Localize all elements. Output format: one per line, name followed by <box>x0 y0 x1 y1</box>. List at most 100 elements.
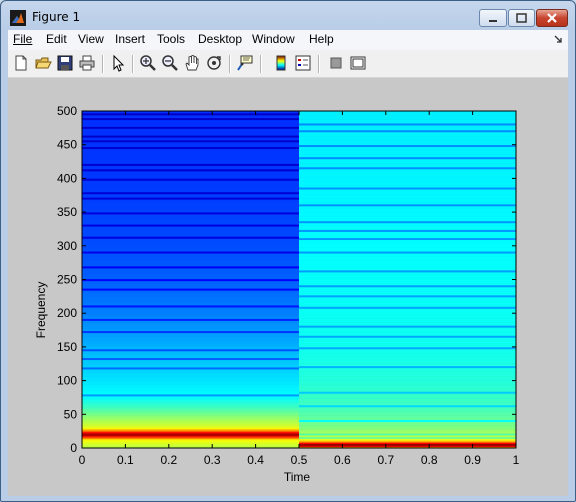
spectral-line <box>82 135 299 138</box>
spectral-line <box>82 169 299 172</box>
time-segment-0 <box>82 111 299 449</box>
spectral-line <box>299 366 516 369</box>
edit-plot-arrow-icon[interactable] <box>109 54 127 72</box>
window-client-area: File Edit View Insert Tools Desktop Wind… <box>8 30 568 496</box>
zoom-in-icon[interactable] <box>139 54 157 72</box>
spectral-line <box>82 358 299 361</box>
spectral-line <box>82 118 299 121</box>
minimize-icon <box>489 20 497 22</box>
toolbar-separator <box>102 55 104 73</box>
print-icon[interactable] <box>78 54 96 72</box>
spectral-line <box>82 224 299 227</box>
pan-hand-icon[interactable] <box>183 54 201 72</box>
maximize-icon <box>516 13 527 23</box>
spectral-line <box>82 349 299 352</box>
spectral-line <box>82 279 299 282</box>
close-icon <box>547 13 557 23</box>
plot-area <box>82 111 516 449</box>
spectral-line <box>299 130 516 133</box>
title-bar[interactable]: Figure 1 <box>1 1 575 31</box>
hide-plot-tools-icon[interactable] <box>327 54 345 72</box>
spectral-line <box>299 347 516 350</box>
menu-tools[interactable]: Tools <box>157 32 185 46</box>
menu-desktop[interactable]: Desktop <box>198 32 242 46</box>
menu-insert-label: Insert <box>115 32 146 46</box>
spectral-line <box>82 126 299 129</box>
y-tick-label: 500 <box>57 104 77 118</box>
menu-window[interactable]: Window <box>252 32 295 46</box>
spectral-line <box>82 266 299 269</box>
spectral-line <box>299 306 516 309</box>
menu-help[interactable]: Help <box>309 32 334 46</box>
zoom-out-icon[interactable] <box>161 54 179 72</box>
spectral-line <box>82 192 299 195</box>
spectral-line <box>82 318 299 321</box>
x-tick-label: 0.1 <box>117 453 134 467</box>
spectral-line <box>299 420 516 423</box>
time-segment-1 <box>299 111 516 449</box>
menu-edit[interactable]: Edit <box>46 32 67 46</box>
menu-desktop-label: Desktop <box>198 32 243 46</box>
menu-bar: File Edit View Insert Tools Desktop Wind… <box>8 30 568 50</box>
menu-file[interactable]: File <box>13 32 32 46</box>
x-tick-label: 0.7 <box>377 453 394 467</box>
spectral-line <box>299 157 516 160</box>
x-axis-label: Time <box>284 470 311 484</box>
spectral-line <box>299 295 516 298</box>
show-plot-tools-icon[interactable] <box>349 54 367 72</box>
close-button[interactable] <box>536 9 568 27</box>
y-tick-label: 450 <box>57 138 77 152</box>
toolbar-separator <box>318 55 320 73</box>
data-cursor-icon[interactable] <box>236 54 254 72</box>
spectral-line <box>82 288 299 291</box>
y-tick-label: 100 <box>57 374 77 388</box>
y-tick-label: 350 <box>57 205 77 219</box>
minimize-button[interactable] <box>479 9 507 27</box>
new-figure-icon[interactable] <box>12 54 30 72</box>
spectral-line <box>299 229 516 232</box>
spectral-line <box>299 238 516 241</box>
save-icon[interactable] <box>56 54 74 72</box>
spectral-line <box>82 147 299 150</box>
spectral-line <box>299 204 516 207</box>
spectral-line <box>82 178 299 181</box>
x-tick-label: 0.9 <box>464 453 481 467</box>
y-axis-label: Frequency <box>34 282 48 339</box>
spectral-line <box>82 251 299 254</box>
spectral-line <box>299 391 516 394</box>
y-tick-label: 200 <box>57 306 77 320</box>
spectral-line <box>299 221 516 224</box>
open-file-icon[interactable] <box>34 54 52 72</box>
spectral-line <box>299 433 516 436</box>
spectral-line <box>299 187 516 190</box>
spectral-line <box>299 436 516 439</box>
spectral-line <box>82 236 299 239</box>
y-tick-label: 150 <box>57 340 77 354</box>
y-tick-label: 250 <box>57 273 77 287</box>
rotate-3d-icon[interactable] <box>205 54 223 72</box>
spectral-line <box>299 405 516 408</box>
menu-edit-label: Edit <box>46 32 67 46</box>
spectral-line <box>299 251 516 254</box>
menu-help-label: Help <box>309 32 334 46</box>
x-tick-label: 0.5 <box>291 453 308 467</box>
figure-canvas: 0 0.1 0.2 0.3 0.4 0.5 0.6 0.7 0.8 0.9 1 0 50 100 150 20… <box>8 78 568 496</box>
insert-colorbar-icon[interactable] <box>272 54 290 72</box>
maximize-button[interactable] <box>508 9 535 27</box>
dock-arrow-icon[interactable] <box>553 34 563 44</box>
menu-view[interactable]: View <box>78 32 104 46</box>
menu-insert[interactable]: Insert <box>115 32 145 46</box>
y-tick-label: 0 <box>70 441 77 455</box>
spectrogram-chart: 0 0.1 0.2 0.3 0.4 0.5 0.6 0.7 0.8 0.9 1 0 50 100 150 20… <box>34 104 520 484</box>
x-tick-label: 0.6 <box>334 453 351 467</box>
toolbar-separator <box>132 55 134 73</box>
spectral-line <box>82 305 299 308</box>
x-tick-label: 0.4 <box>247 453 264 467</box>
spectral-line <box>299 145 516 148</box>
toolbar-separator <box>260 55 262 73</box>
menu-file-label: File <box>13 32 33 46</box>
y-tick-label: 300 <box>57 239 77 253</box>
spectral-line <box>299 335 516 338</box>
spectral-line <box>299 167 516 170</box>
insert-legend-icon[interactable] <box>294 54 312 72</box>
